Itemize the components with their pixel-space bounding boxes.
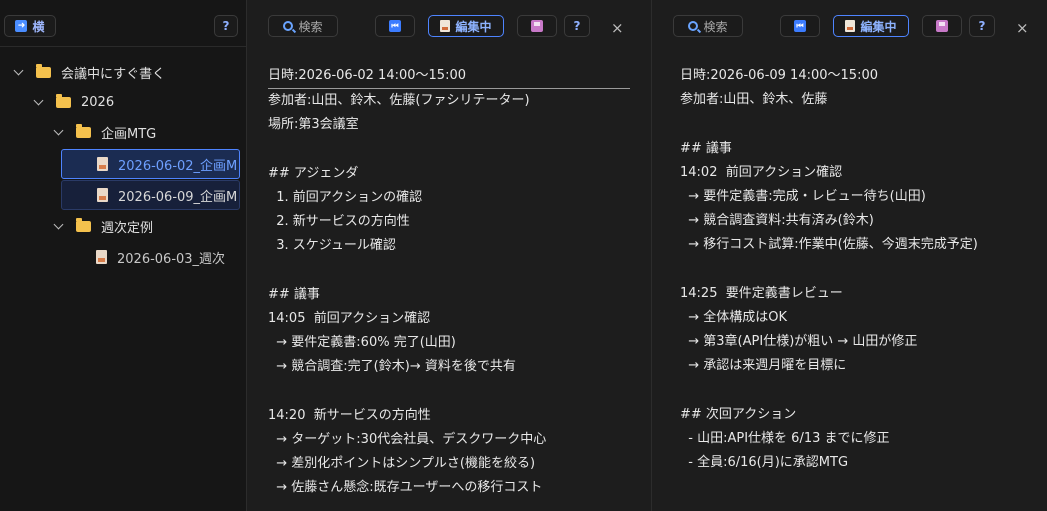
help-icon: ? [573,19,581,33]
skip-back-button[interactable]: ⏮ [375,15,415,37]
note-line: 1. 前回アクションの確認 [268,189,423,205]
note-line: → 差別化ポイントはシンプルさ(機能を絞る) [268,456,536,471]
search-icon [283,21,294,31]
note-line: 14:02 前回アクション確認 [680,164,843,180]
note-line: → 競合調査:完了(鈴木)→ 資料を後で共有 [268,359,516,375]
note-line: → 要件定義書:完成・レビュー待ち(山田) [680,188,926,204]
tree-item-label: 企画MTG [101,126,157,142]
tree-item-root[interactable]: 会議中にすぐ書く [0,58,246,86]
note-line [680,258,1035,282]
note-line [268,379,630,403]
folder-icon [76,217,91,232]
search-button[interactable]: 検索 [673,15,743,37]
note-line: 場所:第3会議室 [268,117,359,133]
note-line: 参加者:山田、鈴木、佐藤 [680,92,828,108]
note-line: → 第3章(API仕様)が粗い → 山田が修正 [680,334,918,350]
memo-icon [440,20,451,32]
edit-mode-button[interactable]: 編集中 [428,15,504,37]
edit-mode-label: 編集中 [860,19,897,34]
note-line: 14:20 新サービスの方向性 [268,407,431,423]
note-editor[interactable]: 日時:2026-06-02 14:00〜15:00 参加者:山田、鈴木、佐藤(フ… [268,64,630,500]
note-line [268,259,630,283]
note-line: → 佐藤さん懸念:既存ユーザーへの移行コスト [268,480,543,496]
chevron-down-icon [14,67,24,77]
skip-back-button[interactable]: ⏮ [780,15,820,37]
note-line: 日時:2026-06-09 14:00〜15:00 [680,68,878,83]
tree-item-label: 会議中にすぐ書く [61,66,166,82]
editor-pane-1: 検索 ⏮ 編集中 ? × 日時:2026-06-02 14:00〜15:00 参… [247,0,649,511]
editor-pane-2: 検索 ⏮ 編集中 ? × 日時:2026-06-09 14:00〜15:00 参… [652,0,1047,511]
note-line: → 要件定義書:60% 完了(山田) [268,335,456,351]
tree-file-20260602[interactable]: 2026-06-02_企画M [61,149,240,179]
tree-item-weekly[interactable]: 週次定例 [0,212,246,240]
note-line: 14:05 前回アクション確認 [268,310,431,326]
save-icon [531,20,543,32]
note-line: 日時:2026-06-02 14:00〜15:00 [268,64,630,90]
document-icon [97,188,108,202]
layout-toggle-label: 横 [32,19,45,34]
note-line [680,112,1035,136]
tree-item-label: 2026-06-02_企画M [118,158,238,174]
edit-mode-label: 編集中 [455,19,492,34]
help-icon: ? [222,19,230,33]
note-line: → 競合調査資料:共有済み(鈴木) [680,213,874,229]
note-line [680,378,1035,402]
note-line: → ターゲット:30代会社員、デスクワーク中心 [268,431,547,447]
file-sidebar: ➜ 横 ? 会議中にすぐ書く 2026 企画MTG 2026-06-02_企画M… [0,0,247,511]
tree-item-label: 2026-06-03_週次 [117,251,226,267]
layout-toggle-button[interactable]: ➜ 横 [4,15,56,37]
tree-item-label: 週次定例 [101,220,154,236]
pane-toolbar: 検索 ⏮ 編集中 ? × [652,0,1047,46]
tree-item-label: 2026 [81,94,115,110]
folder-icon [56,93,71,108]
note-line: ## アジェンダ [268,165,359,181]
search-button[interactable]: 検索 [268,15,338,37]
skip-back-icon: ⏮ [389,20,401,32]
note-line: → 承認は来週月曜を目標に [680,358,847,374]
tree-item-label: 2026-06-09_企画M [118,189,238,205]
tree-item-2026[interactable]: 2026 [0,88,246,116]
pane-toolbar: 検索 ⏮ 編集中 ? × [247,0,649,46]
tree-file-20260603[interactable]: 2026-06-03_週次 [61,242,240,272]
note-line: - 山田:API仕様を 6/13 までに修正 [680,430,890,446]
memo-icon [845,20,856,32]
save-button[interactable] [922,15,962,37]
close-pane-button[interactable]: × [1016,21,1029,36]
save-icon [936,20,948,32]
sidebar-toolbar: ➜ 横 ? [0,0,246,47]
help-icon: ? [978,19,986,33]
tree-item-kikaku-mtg[interactable]: 企画MTG [0,118,246,146]
search-icon [688,21,699,31]
folder-icon [36,63,51,78]
note-line: → 移行コスト試算:作業中(佐藤、今週末完成予定) [680,237,978,253]
note-editor[interactable]: 日時:2026-06-09 14:00〜15:00 参加者:山田、鈴木、佐藤 #… [680,64,1035,475]
note-line [268,138,630,162]
arrow-right-icon: ➜ [15,20,28,32]
note-line: 参加者:山田、鈴木、佐藤(ファシリテーター) [268,93,530,109]
note-line: 14:25 要件定義書レビュー [680,285,843,301]
chevron-down-icon [54,127,64,137]
search-label: 検索 [298,19,323,34]
save-button[interactable] [517,15,557,37]
document-icon [96,250,107,264]
note-line: → 全体構成はOK [680,309,788,325]
note-line: - 全員:6/16(月)に承認MTG [680,455,849,470]
sidebar-help-button[interactable]: ? [214,15,238,37]
close-pane-button[interactable]: × [611,21,624,36]
note-line: ## 次回アクション [680,406,797,422]
document-icon [97,157,108,171]
note-line: 2. 新サービスの方向性 [268,214,410,230]
help-button[interactable]: ? [969,15,995,37]
note-line: ## 議事 [268,286,320,302]
chevron-down-icon [54,221,64,231]
chevron-down-icon [34,97,44,107]
folder-icon [76,123,91,138]
help-button[interactable]: ? [564,15,590,37]
tree-file-20260609[interactable]: 2026-06-09_企画M [61,180,240,210]
search-label: 検索 [703,19,728,34]
note-line: ## 議事 [680,140,732,156]
note-line: 3. スケジュール確認 [268,238,396,254]
skip-back-icon: ⏮ [794,20,806,32]
edit-mode-button[interactable]: 編集中 [833,15,909,37]
